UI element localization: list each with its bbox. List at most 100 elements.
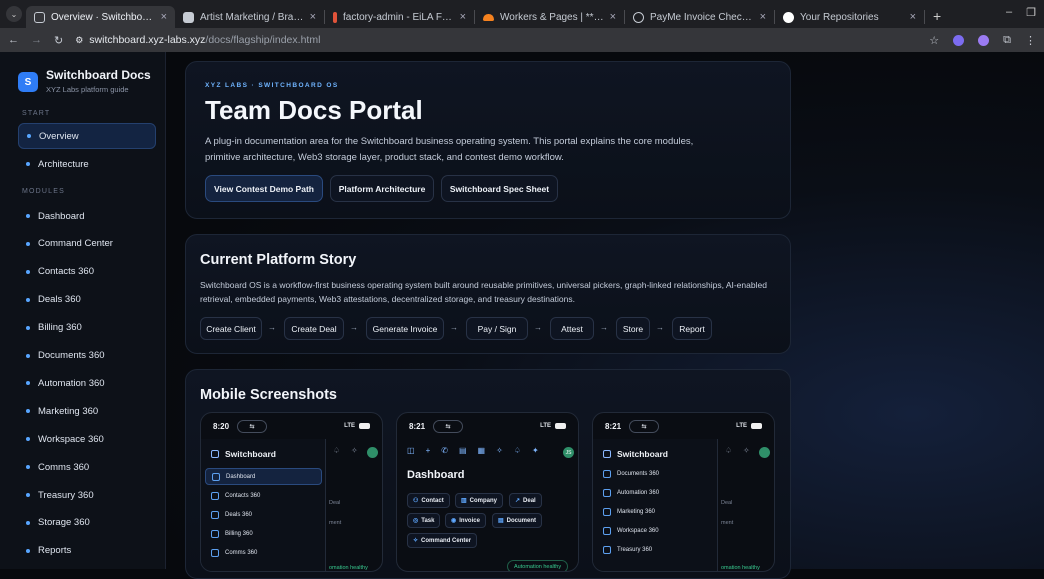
- menu-icon[interactable]: ⋮: [1025, 34, 1036, 47]
- hotspot-icon: ⇆: [237, 419, 268, 433]
- flow-step-generate-invoice[interactable]: Generate Invoice: [366, 317, 444, 340]
- drawer-item-dashboard: Dashboard: [205, 468, 322, 485]
- section-label-start: START: [22, 110, 51, 117]
- view-contest-demo-button[interactable]: View Contest Demo Path: [205, 175, 323, 202]
- ghost-text: omation healthy: [721, 565, 760, 571]
- close-tab-icon[interactable]: ×: [610, 11, 616, 23]
- flow-step-create-deal[interactable]: Create Deal: [284, 317, 344, 340]
- menu-icon: ◫: [407, 446, 415, 455]
- browser-tab-1[interactable]: Artist Marketing / Branding - X ×: [175, 6, 324, 28]
- hero-card: XYZ LABS · SWITCHBOARD OS Team Docs Port…: [185, 61, 791, 219]
- arrow-right-icon: →: [450, 323, 458, 332]
- sidebar-item-label: Command Center: [38, 238, 113, 250]
- avatar: [759, 447, 770, 458]
- drawer-item-contacts-360: Contacts 360: [205, 487, 322, 504]
- signal-indicator: LTE: [540, 423, 566, 429]
- flow-step-create-client[interactable]: Create Client: [200, 317, 262, 340]
- browser-tab-0[interactable]: Overview · Switchboard Docs ×: [26, 6, 175, 28]
- drawer-item-billing-360: Billing 360: [205, 525, 322, 542]
- bullet-icon: [26, 297, 30, 302]
- module-icon: [211, 548, 219, 557]
- phone-icon: ✆: [441, 446, 448, 455]
- close-tab-icon[interactable]: ×: [910, 11, 916, 23]
- drawer-item-label: Comms 360: [225, 549, 258, 556]
- tab-title: Overview · Switchboard Docs: [51, 11, 155, 23]
- close-tab-icon[interactable]: ×: [161, 11, 167, 23]
- globe-icon: [633, 11, 644, 23]
- tab-title: Your Repositories: [800, 11, 879, 23]
- browser-tab-2[interactable]: factory-admin - EiLA Factory F ×: [325, 6, 474, 28]
- sidebar-item-deals-360[interactable]: Deals 360: [18, 287, 156, 313]
- arrow-right-icon: →: [600, 323, 608, 332]
- bell-icon: ♤: [513, 446, 521, 455]
- invoice-icon: ◉: [451, 518, 457, 524]
- close-tab-icon[interactable]: ×: [310, 11, 316, 23]
- spec-sheet-button[interactable]: Switchboard Spec Sheet: [441, 175, 558, 202]
- flow-step-store[interactable]: Store: [616, 317, 650, 340]
- phone-time: 8:20: [213, 421, 230, 431]
- arrow-right-icon: →: [656, 323, 664, 332]
- sidebar-item-treasury-360[interactable]: Treasury 360: [18, 482, 156, 508]
- battery-icon: [359, 423, 370, 429]
- minimize-icon[interactable]: –: [1006, 6, 1012, 19]
- phone-time: 8:21: [409, 421, 426, 431]
- flow-step-pay-sign[interactable]: Pay / Sign: [466, 317, 528, 340]
- module-icon: [603, 469, 611, 478]
- extensions-puzzle-icon[interactable]: ⧉: [1003, 34, 1011, 47]
- browser-tab-3[interactable]: Workers & Pages | *** .xyz Lab ×: [475, 6, 624, 28]
- plus-icon: +: [425, 446, 431, 455]
- sidebar-item-architecture[interactable]: Architecture: [18, 151, 156, 177]
- browser-tab-bar: ⌄ Overview · Switchboard Docs × Artist M…: [0, 0, 1044, 28]
- phone-time: 8:21: [605, 421, 622, 431]
- new-tab-button[interactable]: +: [933, 8, 941, 24]
- bullet-icon: [26, 437, 30, 442]
- flow-step-report[interactable]: Report: [672, 317, 712, 340]
- bullet-icon: [26, 548, 30, 553]
- sidebar-item-workspace-360[interactable]: Workspace 360: [18, 426, 156, 452]
- sidebar-item-command-center[interactable]: Command Center: [18, 231, 156, 257]
- module-icon: [603, 545, 611, 554]
- drawer-item-documents-360: Documents 360: [597, 465, 714, 482]
- sidebar-item-label: Billing 360: [38, 322, 82, 334]
- extension-icon[interactable]: [978, 34, 990, 46]
- site-settings-icon[interactable]: ⚙: [75, 35, 83, 46]
- bookmark-star-icon[interactable]: ☆: [929, 34, 939, 47]
- sidebar-item-contacts-360[interactable]: Contacts 360: [18, 259, 156, 285]
- browser-tab-4[interactable]: PayMe Invoice Checkout ×: [625, 6, 774, 28]
- hero-description: A plug-in documentation area for the Swi…: [205, 136, 694, 163]
- sidebar-item-storage-360[interactable]: Storage 360: [18, 510, 156, 536]
- module-icon: [211, 510, 219, 519]
- sidebar-item-reports[interactable]: Reports: [18, 538, 156, 564]
- sidebar-item-documents-360[interactable]: Documents 360: [18, 343, 156, 369]
- url-host: switchboard.xyz-labs.xyz: [89, 34, 206, 46]
- back-icon[interactable]: ←: [8, 34, 19, 46]
- close-tab-icon[interactable]: ×: [460, 11, 466, 23]
- tab-favicon: [34, 11, 45, 23]
- drawer-item-workspace-360: Workspace 360: [597, 522, 714, 539]
- sidebar-item-automation-360[interactable]: Automation 360: [18, 370, 156, 396]
- extension-icon[interactable]: [953, 34, 965, 46]
- hotspot-icon: ⇆: [629, 419, 660, 433]
- browser-tab-5[interactable]: Your Repositories ×: [775, 6, 924, 28]
- tab-search-icon[interactable]: ⌄: [6, 6, 22, 22]
- arrow-right-icon: →: [268, 323, 276, 332]
- url-field[interactable]: ⚙ switchboard.xyz-labs.xyz/docs/flagship…: [75, 34, 320, 46]
- flow-step-attest[interactable]: Attest: [550, 317, 594, 340]
- sidebar-item-label: Overview: [39, 130, 79, 142]
- sidebar-item-label: Deals 360: [38, 294, 81, 306]
- module-icon: [603, 507, 611, 516]
- bullet-icon: [26, 353, 30, 358]
- restore-icon[interactable]: ❐: [1026, 6, 1036, 19]
- sidebar-item-comms-360[interactable]: Comms 360: [18, 454, 156, 480]
- phone-status-bar: 8:21 ⇆ LTE: [593, 413, 774, 439]
- reload-icon[interactable]: ↻: [54, 34, 63, 47]
- platform-architecture-button[interactable]: Platform Architecture: [330, 175, 434, 202]
- sidebar-item-marketing-360[interactable]: Marketing 360: [18, 398, 156, 424]
- sidebar-item-dashboard[interactable]: Dashboard: [18, 203, 156, 229]
- drawer-item-label: Treasury 360: [617, 546, 653, 553]
- forward-icon[interactable]: →: [31, 34, 42, 46]
- bullet-icon: [26, 381, 30, 386]
- sidebar-item-billing-360[interactable]: Billing 360: [18, 315, 156, 341]
- close-tab-icon[interactable]: ×: [760, 11, 766, 23]
- sidebar-item-overview[interactable]: Overview: [18, 123, 156, 149]
